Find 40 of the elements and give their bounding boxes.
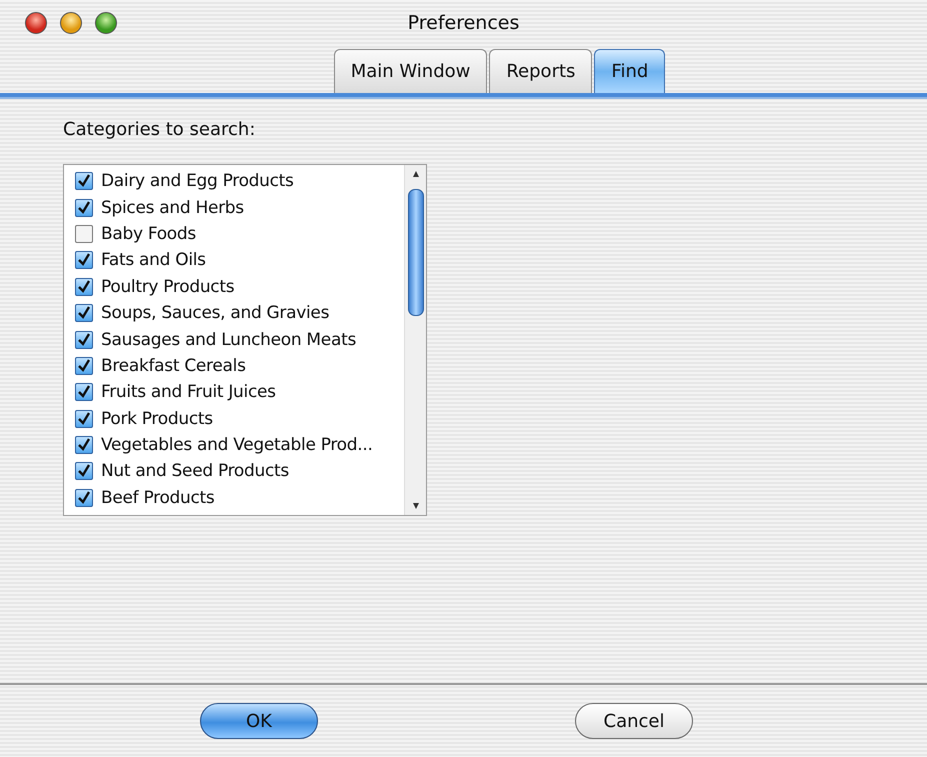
checkbox[interactable] [75, 198, 93, 217]
checkbox[interactable] [75, 436, 93, 454]
category-label[interactable]: Vegetables and Vegetable Prod... [101, 435, 373, 456]
category-label[interactable]: Fruits and Fruit Juices [101, 382, 276, 402]
checkbox[interactable] [75, 356, 93, 375]
checkbox[interactable] [75, 172, 93, 190]
minimize-icon[interactable] [60, 12, 82, 34]
cancel-button[interactable]: Cancel [575, 703, 693, 739]
checkbox[interactable] [75, 224, 93, 243]
ok-button[interactable]: OK [200, 703, 318, 739]
scroll-thumb[interactable] [408, 189, 424, 316]
checkbox[interactable] [75, 304, 93, 322]
checkbox[interactable] [75, 330, 93, 349]
category-label[interactable]: Baby Foods [101, 224, 196, 244]
checkbox[interactable] [75, 251, 93, 270]
category-label[interactable]: Fats and Oils [101, 250, 206, 270]
category-label[interactable]: Beef Products [101, 488, 214, 508]
scroll-up-icon[interactable] [410, 169, 420, 179]
category-label[interactable]: Sausages and Luncheon Meats [101, 330, 356, 350]
scroll-down-icon[interactable] [410, 501, 420, 511]
categories-label: Categories to search: [63, 119, 256, 140]
category-label[interactable]: Poultry Products [101, 276, 234, 297]
checkbox[interactable] [75, 278, 93, 296]
category-label[interactable]: Breakfast Cereals [101, 356, 246, 376]
tab[interactable]: Find [594, 49, 666, 93]
window-title: Preferences [406, 12, 520, 34]
category-label[interactable]: Spices and Herbs [101, 198, 244, 218]
category-label[interactable]: Pork Products [101, 408, 213, 429]
zoom-icon[interactable] [95, 12, 117, 34]
checkbox[interactable] [75, 383, 93, 402]
tab[interactable]: Reports [489, 49, 592, 93]
category-label[interactable]: Dairy and Egg Products [101, 171, 294, 192]
checkbox[interactable] [75, 462, 93, 480]
tab[interactable]: Main Window [334, 49, 488, 93]
category-label[interactable]: Soups, Sauces, and Gravies [101, 303, 330, 324]
category-label[interactable]: Nut and Seed Products [101, 461, 289, 482]
checkbox[interactable] [75, 410, 93, 428]
close-icon[interactable] [25, 12, 47, 34]
scrollbar[interactable] [404, 165, 426, 515]
checkbox[interactable] [75, 488, 93, 507]
